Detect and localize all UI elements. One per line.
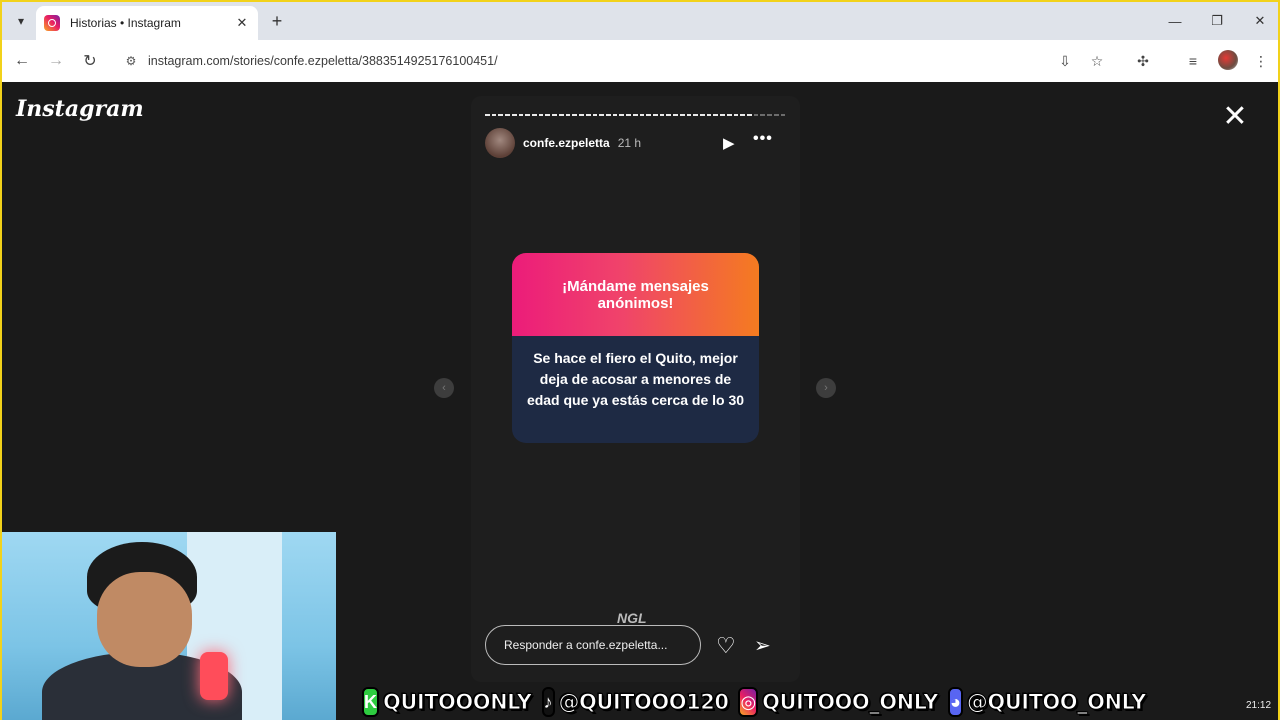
like-heart-icon[interactable]: ♡ xyxy=(716,633,736,659)
story-username[interactable]: confe.ezpeletta xyxy=(523,136,610,150)
webcam-overlay xyxy=(2,532,336,720)
card-title: ¡Mándame mensajes anónimos! xyxy=(512,253,759,336)
site-info-icon[interactable]: ⚙ xyxy=(122,52,140,70)
window-frame: ▾ Historias • Instagram ✕ + — ❐ ✕ ← → ↻ … xyxy=(0,0,1280,720)
story-time: 21 h xyxy=(617,136,642,150)
card-message: Se hace el fiero el Quito, mejor deja de… xyxy=(512,336,759,443)
tab-close-icon[interactable]: ✕ xyxy=(234,15,250,31)
kick-handle: QUITOOONLY xyxy=(383,690,533,715)
media-controls-icon[interactable]: ≡ xyxy=(1182,50,1204,72)
streamer-face xyxy=(97,572,192,667)
tiktok-icon: ♪ xyxy=(541,687,555,717)
url-text[interactable]: instagram.com/stories/confe.ezpeletta/38… xyxy=(148,54,498,68)
tab-historias[interactable]: Historias • Instagram ✕ xyxy=(36,6,258,40)
instagram-handle: QUITOOO_ONLY xyxy=(762,690,939,715)
back-icon[interactable]: ← xyxy=(10,50,34,72)
ngl-sticker: NGL xyxy=(617,610,647,626)
more-options-icon[interactable]: ••• xyxy=(753,130,773,148)
story-header: confe.ezpeletta 21 h xyxy=(485,128,785,158)
bookmark-star-icon[interactable]: ☆ xyxy=(1086,50,1108,72)
forward-icon[interactable]: → xyxy=(44,50,68,72)
play-icon[interactable]: ▶ xyxy=(723,134,735,152)
reply-input[interactable]: Responder a confe.ezpeletta... xyxy=(485,625,701,665)
tab-strip: ▾ Historias • Instagram ✕ + — ❐ ✕ xyxy=(2,2,1278,40)
tab-search-icon[interactable]: ▾ xyxy=(10,10,32,32)
taskbar-clock: 21:12 xyxy=(1246,700,1272,711)
tiktok-handle: @QUITOOO120 xyxy=(558,690,729,715)
new-tab-button[interactable]: + xyxy=(266,10,288,32)
extensions-icon[interactable]: ✣ xyxy=(1132,50,1154,72)
close-story-icon[interactable]: ✕ xyxy=(1220,102,1250,132)
browser-toolbar: ← → ↻ ⚙ instagram.com/stories/confe.ezpe… xyxy=(2,40,1278,82)
instagram-favicon-icon xyxy=(44,15,60,31)
previous-story-icon[interactable]: ‹ xyxy=(434,378,454,398)
reload-icon[interactable]: ↻ xyxy=(78,50,102,72)
discord-icon: ◕ xyxy=(948,687,963,717)
discord-handle: @QUITOO_ONLY xyxy=(966,690,1147,715)
ngl-question-card: ¡Mándame mensajes anónimos! Se hace el f… xyxy=(512,253,759,443)
story-user-avatar[interactable] xyxy=(485,128,515,158)
address-bar[interactable]: ⚙ instagram.com/stories/confe.ezpeletta/… xyxy=(112,45,1122,77)
instagram-icon: ◎ xyxy=(738,687,759,717)
menu-kebab-icon[interactable]: ⋮ xyxy=(1250,50,1272,72)
tab-title: Historias • Instagram xyxy=(70,16,181,30)
minimize-icon[interactable]: — xyxy=(1160,10,1190,32)
social-banner: K QUITOOONLY ♪ @QUITOOO120 ◎ QUITOOO_ONL… xyxy=(362,682,1147,720)
install-app-icon[interactable]: ⇩ xyxy=(1054,50,1076,72)
restore-icon[interactable]: ❐ xyxy=(1202,10,1232,32)
share-send-icon[interactable]: ➢ xyxy=(754,633,771,658)
window-close-icon[interactable]: ✕ xyxy=(1245,10,1275,32)
next-story-icon[interactable]: › xyxy=(816,378,836,398)
profile-avatar[interactable] xyxy=(1218,50,1238,70)
red-light xyxy=(200,652,228,700)
kick-icon: K xyxy=(362,687,379,717)
story-panel[interactable]: confe.ezpeletta 21 h ▶ ••• ¡Mándame mens… xyxy=(471,96,800,682)
instagram-logo[interactable]: Instagram xyxy=(16,96,144,122)
story-progress-bar xyxy=(485,114,786,116)
